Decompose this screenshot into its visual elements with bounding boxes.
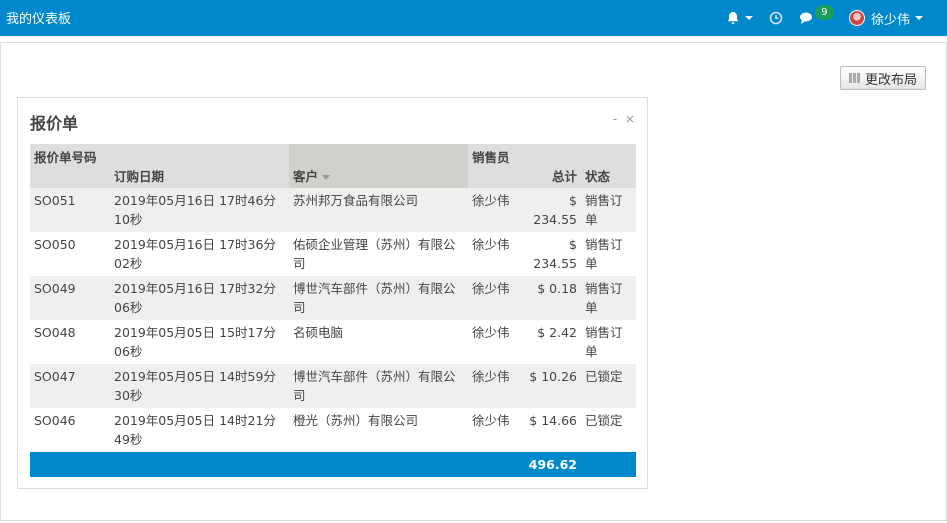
panel-title: 报价单 xyxy=(30,114,79,133)
change-layout-button[interactable]: 更改布局 xyxy=(840,66,926,90)
cell-order-no: SO047 xyxy=(30,364,110,408)
top-navbar: 我的仪表板 9 徐少伟 xyxy=(0,0,947,36)
change-layout-label: 更改布局 xyxy=(864,72,917,88)
cell-status: 销售订单 xyxy=(581,232,636,276)
table-header-row: 报价单号码 订购日期 客户 销售员 总计 状态 xyxy=(30,144,636,188)
column-header-salesperson[interactable]: 销售员 xyxy=(468,144,522,188)
table-row[interactable]: SO051 2019年05月16日 17时46分10秒 苏州邦万食品有限公司 徐少伟 $… xyxy=(30,188,636,232)
cell-salesperson: 徐少伟 xyxy=(468,232,522,276)
dashboard-title: 我的仪表板 xyxy=(6,12,72,27)
messages-menu[interactable]: 9 xyxy=(791,0,841,36)
sort-down-icon xyxy=(322,175,331,180)
cell-total: $ 10.26 xyxy=(522,364,581,408)
column-header-order-date[interactable]: 订购日期 xyxy=(110,144,289,188)
cell-order-date: 2019年05月05日 14时59分30秒 xyxy=(110,364,289,408)
navbar-right: 9 徐少伟 xyxy=(718,0,931,36)
column-header-total[interactable]: 总计 xyxy=(522,144,581,188)
customer-header-label: 客户 xyxy=(293,169,319,184)
panel-controls[interactable]: - × xyxy=(613,112,637,126)
cell-salesperson: 徐少伟 xyxy=(468,408,522,452)
cell-status: 销售订单 xyxy=(581,276,636,320)
table-row[interactable]: SO049 2019年05月16日 17时32分06秒 博世汽车部件（苏州）有限公司… xyxy=(30,276,636,320)
cell-order-date: 2019年05月16日 17时32分06秒 xyxy=(110,276,289,320)
chevron-down-icon xyxy=(915,16,923,20)
cell-customer: 博世汽车部件（苏州）有限公司 xyxy=(289,276,468,320)
cell-customer: 橙光（苏州）有限公司 xyxy=(289,408,468,452)
cell-order-date: 2019年05月05日 15时17分06秒 xyxy=(110,320,289,364)
cell-salesperson: 徐少伟 xyxy=(468,188,522,232)
cell-customer: 博世汽车部件（苏州）有限公司 xyxy=(289,364,468,408)
cell-status: 销售订单 xyxy=(581,320,636,364)
cell-order-date: 2019年05月16日 17时46分10秒 xyxy=(110,188,289,232)
footer-spacer xyxy=(30,452,522,477)
table-row[interactable]: SO046 2019年05月05日 14时21分49秒 橙光（苏州）有限公司 徐少伟 $… xyxy=(30,408,636,452)
table-row[interactable]: SO048 2019年05月05日 15时17分06秒 名硕电脑 徐少伟 $ 2.42 销… xyxy=(30,320,636,364)
cell-order-no: SO050 xyxy=(30,232,110,276)
cell-total: $ 2.42 xyxy=(522,320,581,364)
cell-status: 已锁定 xyxy=(581,364,636,408)
cell-salesperson: 徐少伟 xyxy=(468,364,522,408)
cell-total: $ 234.55 xyxy=(522,188,581,232)
clock-icon xyxy=(769,11,783,25)
avatar xyxy=(848,10,865,26)
bell-icon xyxy=(727,12,739,24)
cell-status: 已锁定 xyxy=(581,408,636,452)
layout-grid-icon xyxy=(848,73,861,83)
cell-salesperson: 徐少伟 xyxy=(468,276,522,320)
cell-customer: 佑硕企业管理（苏州）有限公司 xyxy=(289,232,468,276)
column-header-order-no[interactable]: 报价单号码 xyxy=(30,144,110,188)
activity-menu[interactable] xyxy=(761,0,791,36)
cell-total: $ 0.18 xyxy=(522,276,581,320)
user-menu[interactable]: 徐少伟 xyxy=(841,0,931,36)
cell-order-no: SO049 xyxy=(30,276,110,320)
cell-order-no: SO048 xyxy=(30,320,110,364)
chevron-down-icon xyxy=(744,16,753,20)
cell-order-no: SO046 xyxy=(30,408,110,452)
footer-total: 496.62 xyxy=(522,452,581,477)
column-header-status[interactable]: 状态 xyxy=(581,144,636,188)
messages-badge: 9 xyxy=(814,5,834,20)
chat-icon xyxy=(799,12,812,24)
user-name: 徐少伟 xyxy=(870,12,910,28)
quotations-panel: 报价单 - × 报价单号码 订购日期 客户 销售员 总计 状态 SO051 201… xyxy=(17,97,648,489)
cell-order-date: 2019年05月05日 14时21分49秒 xyxy=(110,408,289,452)
quotations-table: 报价单号码 订购日期 客户 销售员 总计 状态 SO051 2019年05月16日… xyxy=(30,144,636,477)
notifications-menu[interactable] xyxy=(718,0,761,36)
column-header-customer[interactable]: 客户 xyxy=(289,144,468,188)
table-row[interactable]: SO050 2019年05月16日 17时36分02秒 佑硕企业管理（苏州）有限公司… xyxy=(30,232,636,276)
cell-order-date: 2019年05月16日 17时36分02秒 xyxy=(110,232,289,276)
cell-total: $ 234.55 xyxy=(522,232,581,276)
cell-order-no: SO051 xyxy=(30,188,110,232)
cell-total: $ 14.66 xyxy=(522,408,581,452)
cell-status: 销售订单 xyxy=(581,188,636,232)
cell-salesperson: 徐少伟 xyxy=(468,320,522,364)
cell-customer: 名硕电脑 xyxy=(289,320,468,364)
table-footer-row: 496.62 xyxy=(30,452,636,477)
cell-customer: 苏州邦万食品有限公司 xyxy=(289,188,468,232)
table-row[interactable]: SO047 2019年05月05日 14时59分30秒 博世汽车部件（苏州）有限公司… xyxy=(30,364,636,408)
footer-spacer-end xyxy=(581,452,636,477)
